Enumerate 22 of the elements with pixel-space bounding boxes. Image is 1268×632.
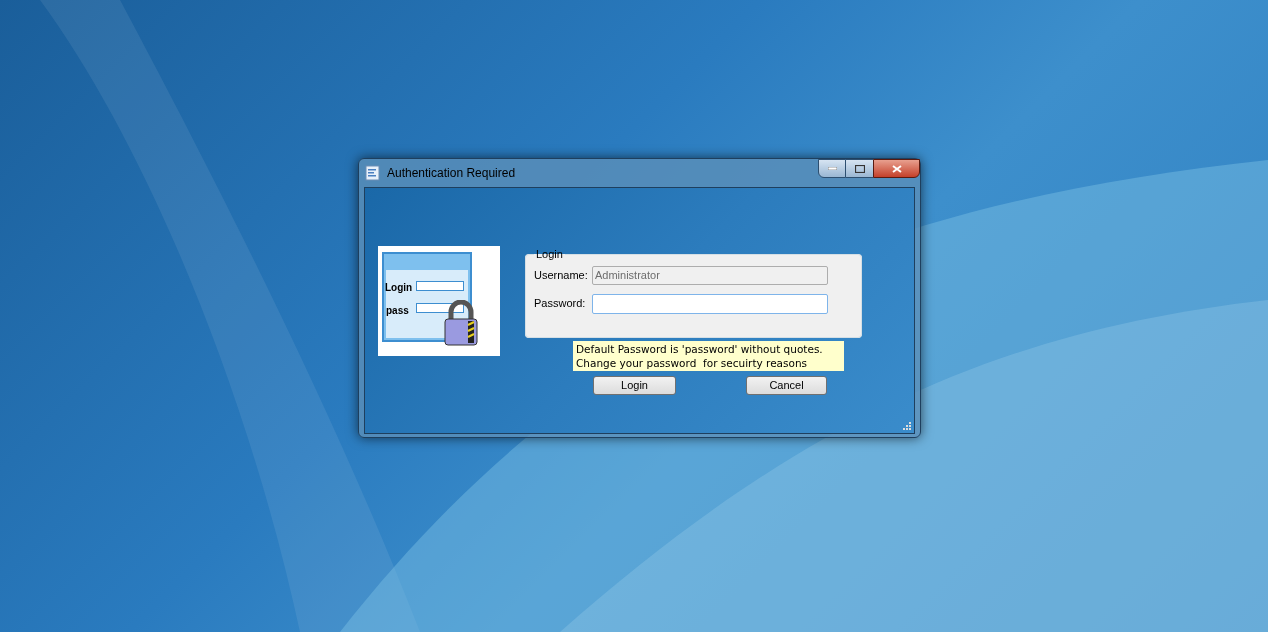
- resize-grip-icon[interactable]: [903, 422, 911, 430]
- maximize-icon: [854, 164, 865, 173]
- padlock-icon: [442, 300, 480, 346]
- maximize-button[interactable]: [846, 159, 873, 178]
- window-title: Authentication Required: [387, 165, 516, 182]
- illustration-input-box: [416, 281, 464, 291]
- minimize-button[interactable]: [818, 159, 846, 178]
- illustration-label: pass: [386, 304, 409, 318]
- input-field[interactable]: [592, 293, 828, 314]
- close-button[interactable]: [873, 159, 920, 178]
- login-button[interactable]: Login: [593, 376, 676, 395]
- minimize-icon: [827, 167, 837, 170]
- close-icon: [891, 164, 902, 173]
- app-icon: [365, 165, 381, 181]
- hint-text: Change your password for secuirty reasons: [576, 356, 809, 370]
- field-label: Username:: [534, 267, 589, 283]
- hint-text: Default Password is 'password' without quotes.: [576, 342, 824, 356]
- field-label: Password:: [534, 296, 587, 312]
- cancel-button[interactable]: Cancel: [746, 376, 827, 395]
- illustration-label: Login: [385, 281, 413, 295]
- group-title: Login: [535, 247, 564, 262]
- illustration-input-box: [416, 303, 464, 313]
